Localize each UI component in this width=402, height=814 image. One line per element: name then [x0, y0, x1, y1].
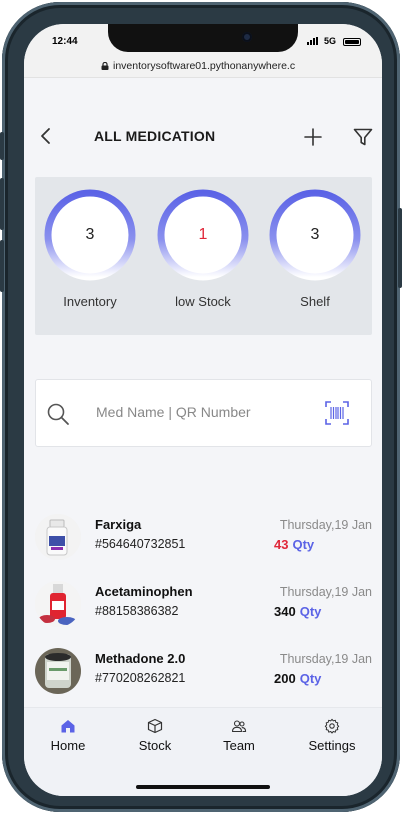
search-bar[interactable]: Med Name | QR Number — [35, 379, 372, 447]
stat-label: Inventory — [63, 294, 117, 309]
network-type: 5G — [324, 36, 337, 46]
stat-value: 1 — [198, 226, 208, 243]
medication-qty: 43 Qty — [274, 537, 314, 552]
nav-home[interactable]: Home — [33, 718, 103, 753]
nav-settings[interactable]: Settings — [297, 718, 367, 753]
stat-inventory[interactable]: 3 Inventory — [42, 189, 138, 309]
qty-value: 43 — [274, 537, 289, 552]
stats-panel: 3 Inventory 1 low Stock 3 Shelf — [35, 177, 372, 335]
medication-image — [35, 514, 81, 560]
medication-name: Farxiga — [95, 517, 142, 532]
bottom-nav: Home Stock Team Settings — [24, 707, 382, 796]
url-bar[interactable]: inventorysoftware01.pythonanywhere.c — [24, 56, 382, 78]
qty-label: Qty — [299, 671, 322, 686]
notch — [108, 24, 298, 52]
medication-name: Acetaminophen — [95, 584, 193, 599]
qty-label: Qty — [292, 537, 315, 552]
home-icon — [61, 720, 75, 733]
screen: 12:44 5G inventorysoftware01.pythonanywh… — [24, 24, 382, 796]
plus-icon[interactable] — [302, 126, 324, 148]
chevron-left-icon[interactable] — [36, 126, 56, 146]
list-item[interactable]: Acetaminophen #88158386382 Thursday,19 J… — [35, 581, 372, 631]
url-text: inventorysoftware01.pythonanywhere.c — [113, 60, 296, 72]
search-icon — [47, 403, 69, 425]
progress-ring: 3 — [269, 189, 361, 281]
stat-label: Shelf — [300, 294, 330, 309]
qty-label: Qty — [299, 604, 322, 619]
medication-image — [35, 581, 81, 627]
status-time: 12:44 — [52, 36, 78, 47]
filter-icon[interactable] — [352, 126, 374, 148]
nav-label: Team — [223, 738, 255, 753]
medication-name: Methadone 2.0 — [95, 651, 186, 666]
stat-low-stock[interactable]: 1 low Stock — [155, 189, 251, 309]
medication-code: #564640732851 — [95, 537, 186, 551]
lock-icon — [101, 62, 109, 70]
box-icon — [147, 718, 163, 734]
list-item[interactable]: Methadone 2.0 #770208262821 Thursday,19 … — [35, 648, 372, 698]
team-icon — [231, 720, 247, 733]
nav-stock[interactable]: Stock — [120, 718, 190, 753]
phone-frame: 12:44 5G inventorysoftware01.pythonanywh… — [0, 2, 402, 812]
list-item[interactable]: Farxiga #564640732851 Thursday,19 Jan 43… — [35, 514, 372, 564]
volume-down-button — [0, 240, 4, 292]
medication-code: #770208262821 — [95, 671, 186, 685]
power-button — [398, 208, 402, 288]
medication-date: Thursday,19 Jan — [279, 585, 372, 599]
nav-team[interactable]: Team — [204, 718, 274, 753]
medication-qty: 200 Qty — [274, 671, 321, 686]
qty-value: 340 — [274, 604, 296, 619]
nav-label: Home — [50, 738, 86, 753]
medication-date: Thursday,19 Jan — [279, 518, 372, 532]
stat-label: low Stock — [175, 294, 231, 309]
medication-date: Thursday,19 Jan — [279, 652, 372, 666]
mute-switch — [0, 132, 4, 160]
gear-icon — [324, 718, 340, 734]
volume-up-button — [0, 178, 4, 230]
page-title: ALL MEDICATION — [94, 128, 216, 144]
nav-label: Settings — [308, 738, 356, 753]
camera-icon — [242, 32, 252, 42]
search-input[interactable]: Med Name | QR Number — [96, 404, 251, 420]
progress-ring: 3 — [44, 189, 136, 281]
medication-image — [35, 648, 81, 694]
barcode-scan-icon[interactable] — [325, 401, 349, 425]
medication-qty: 340 Qty — [274, 604, 321, 619]
battery-icon — [343, 38, 361, 46]
progress-ring: 1 — [157, 189, 249, 281]
home-indicator[interactable] — [136, 785, 270, 789]
qty-value: 200 — [274, 671, 296, 686]
signal-icon — [307, 37, 318, 45]
stat-value: 3 — [310, 226, 320, 243]
medication-code: #88158386382 — [95, 604, 179, 618]
nav-label: Stock — [138, 738, 172, 753]
stat-value: 3 — [85, 226, 95, 243]
stat-shelf[interactable]: 3 Shelf — [267, 189, 363, 309]
